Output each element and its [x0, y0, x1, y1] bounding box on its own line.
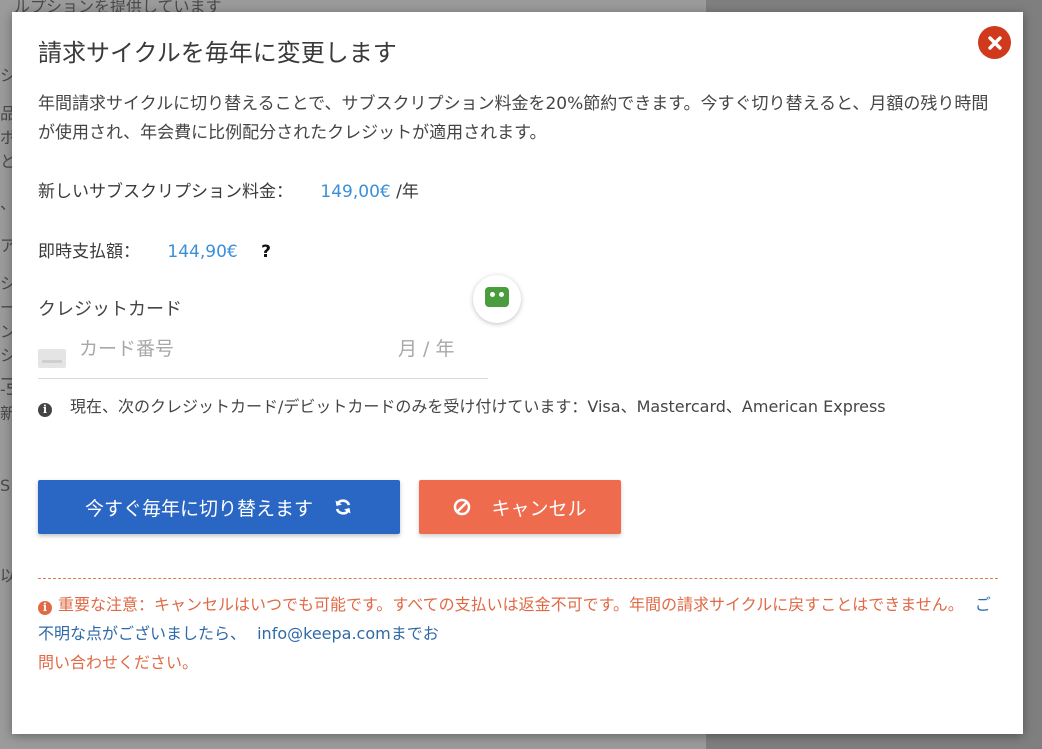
- important-note: i 重要な注意：キャンセルはいつでも可能です。すべての支払いは返金不可です。年間の…: [38, 590, 998, 677]
- cancel-button[interactable]: キャンセル: [419, 480, 621, 534]
- card-number-input[interactable]: [79, 334, 339, 364]
- new-price-period: /年: [396, 182, 419, 202]
- contact-end: 問い合わせください。: [38, 653, 199, 672]
- ban-icon: [453, 498, 471, 516]
- info-icon: i: [38, 403, 52, 417]
- due-now-row: 即時支払額： 144,90€ ?: [38, 237, 271, 262]
- accepted-cards-info: i 現在、次のクレジットカード/デビットカードのみを受け付けています：Visa、M…: [38, 392, 978, 421]
- credit-card-label: クレジットカード: [38, 299, 182, 320]
- close-icon: [987, 35, 1002, 50]
- background-text: 品: [0, 104, 12, 123]
- background-text: ー: [0, 298, 12, 317]
- accepted-cards-text: 現在、次のクレジットカード/デビットカードのみを受け付けています：Visa、Ma…: [70, 397, 886, 416]
- new-price-amount: 149,00€: [320, 182, 391, 202]
- new-price-row: 新しいサブスクリプション料金： 149,00€ /年: [38, 177, 419, 202]
- close-button[interactable]: [978, 26, 1011, 59]
- info-icon: i: [38, 601, 52, 615]
- new-price-label: 新しいサブスクリプション料金：: [38, 182, 293, 202]
- divider: [38, 578, 998, 579]
- background-text: 新: [0, 404, 12, 423]
- due-now-amount: 144,90€: [167, 242, 238, 262]
- card-expiry-input[interactable]: [398, 334, 488, 364]
- modal-description: 年間請求サイクルに切り替えることで、サブスクリプション料金を20%節約できます。…: [38, 94, 989, 143]
- refresh-icon: [333, 497, 353, 517]
- modal-title: 請求サイクルを毎年に変更します: [38, 39, 397, 67]
- credit-card-field: [38, 334, 488, 379]
- background-text: ン: [0, 322, 12, 341]
- credit-card-icon: [38, 349, 66, 368]
- email-link[interactable]: info@keepa.com: [257, 624, 391, 643]
- due-now-label: 即時支払額：: [38, 242, 140, 262]
- contact-suffix: までお: [390, 624, 439, 643]
- background-text: 以: [0, 566, 12, 585]
- switch-yearly-label: 今すぐ毎年に切り替えます: [84, 497, 313, 520]
- help-icon[interactable]: ?: [261, 242, 271, 262]
- background-text: シ: [0, 346, 12, 365]
- background-text: シ: [0, 274, 12, 293]
- background-text: ア: [0, 236, 12, 255]
- cancel-label: キャンセル: [491, 497, 587, 520]
- background-text: -5: [0, 380, 12, 399]
- change-billing-modal: 請求サイクルを毎年に変更します 年間請求サイクルに切り替えることで、サブスクリプ…: [12, 12, 1023, 734]
- background-text: と: [0, 152, 12, 171]
- roboform-icon: [485, 287, 509, 307]
- background-text: シ: [0, 66, 12, 85]
- roboform-button[interactable]: [473, 275, 521, 323]
- background-text: ボ: [0, 128, 12, 147]
- background-text: S: [0, 476, 11, 495]
- important-note-text: 重要な注意：キャンセルはいつでも可能です。すべての支払いは返金不可です。年間の請…: [58, 595, 964, 614]
- background-text: 、: [0, 190, 12, 214]
- switch-yearly-button[interactable]: 今すぐ毎年に切り替えます: [38, 480, 400, 534]
